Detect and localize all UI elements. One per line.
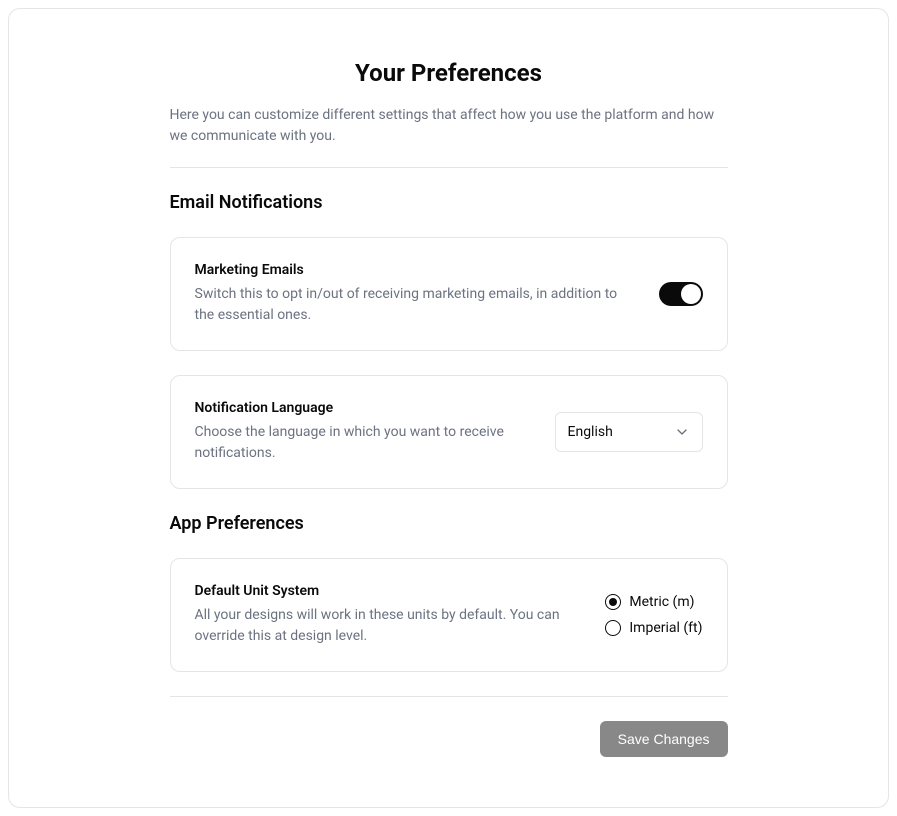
radio-circle (605, 594, 621, 610)
section-title-app-preferences: App Preferences (170, 513, 728, 534)
radio-circle (605, 620, 621, 636)
marketing-emails-title: Marketing Emails (195, 262, 635, 278)
notification-language-card: Notification Language Choose the languag… (170, 375, 728, 489)
footer-divider (170, 696, 728, 697)
marketing-emails-desc: Switch this to opt in/out of receiving m… (195, 284, 635, 326)
unit-system-radio-group: Metric (m) Imperial (ft) (605, 594, 702, 636)
header-divider (170, 167, 728, 168)
radio-metric[interactable]: Metric (m) (605, 594, 702, 610)
unit-system-title: Default Unit System (195, 583, 582, 599)
notification-language-desc: Choose the language in which you want to… (195, 422, 531, 464)
unit-system-desc: All your designs will work in these unit… (195, 605, 582, 647)
marketing-emails-toggle[interactable] (659, 282, 703, 306)
preferences-container: Your Preferences Here you can customize … (8, 8, 889, 808)
page-title: Your Preferences (170, 59, 728, 87)
notification-language-value: English (568, 424, 613, 440)
unit-system-card: Default Unit System All your designs wil… (170, 558, 728, 672)
notification-language-select[interactable]: English (555, 412, 703, 452)
page-subtitle: Here you can customize different setting… (170, 105, 728, 147)
section-title-email-notifications: Email Notifications (170, 192, 728, 213)
marketing-emails-card: Marketing Emails Switch this to opt in/o… (170, 237, 728, 351)
footer: Save Changes (170, 721, 728, 757)
radio-metric-label: Metric (m) (629, 594, 694, 610)
notification-language-title: Notification Language (195, 400, 531, 416)
radio-imperial[interactable]: Imperial (ft) (605, 620, 702, 636)
radio-imperial-label: Imperial (ft) (629, 620, 702, 636)
save-button[interactable]: Save Changes (600, 721, 728, 757)
chevron-down-icon (674, 424, 690, 440)
toggle-knob (681, 284, 701, 304)
radio-dot (609, 598, 617, 606)
